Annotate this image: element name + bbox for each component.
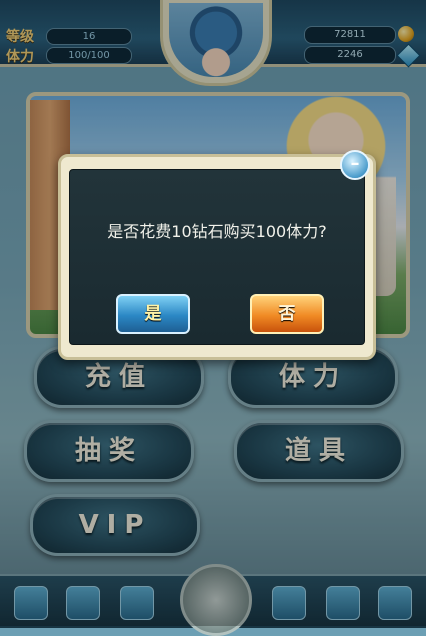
dialog-message: 是否花费10钻石购买100体力? <box>107 222 327 241</box>
confirm-no-button[interactable]: 否 <box>250 294 324 334</box>
close-icon[interactable]: – <box>340 150 370 180</box>
dialog-panel: 是否花费10钻石购买100体力? 是 否 <box>69 169 365 345</box>
confirm-yes-button[interactable]: 是 <box>116 294 190 334</box>
purchase-dialog: 是否花费10钻石购买100体力? 是 否 <box>58 154 376 360</box>
